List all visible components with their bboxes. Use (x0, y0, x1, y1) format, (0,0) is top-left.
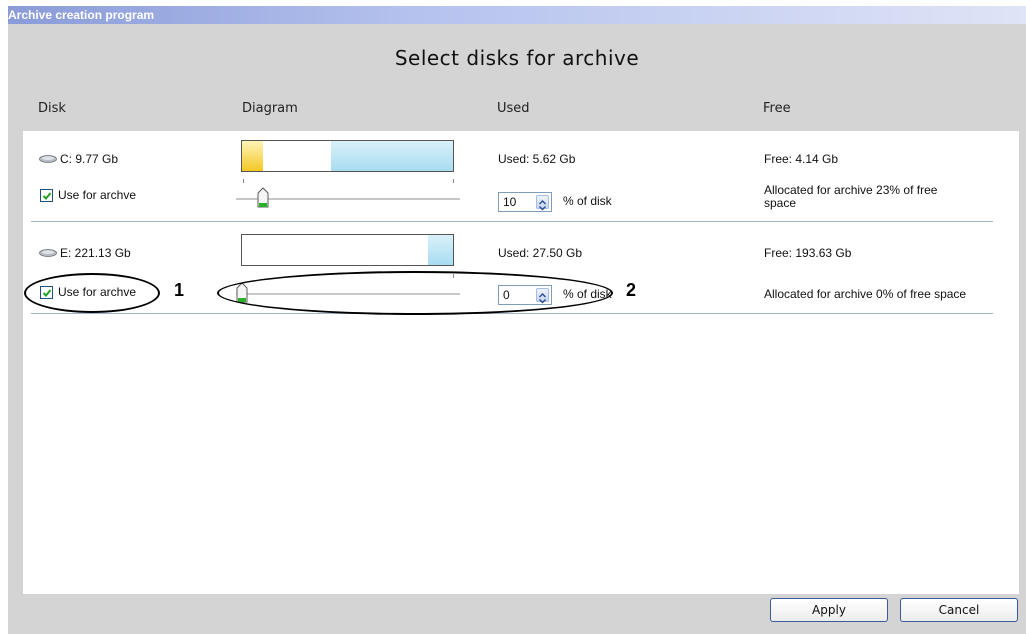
percent-value: 10 (503, 195, 517, 209)
row-separator (31, 313, 993, 314)
apply-button[interactable]: Apply (770, 598, 888, 622)
percent-of-disk-label: % of disk (563, 194, 612, 208)
use-for-archive-label: Use for archve (58, 188, 137, 202)
use-for-archive-checkbox[interactable] (40, 189, 53, 202)
spin-arrows-icon[interactable] (536, 195, 549, 211)
column-header-disk: Disk (38, 101, 66, 116)
archive-creation-window: Archive creation program Select disks fo… (8, 6, 1026, 634)
row-separator (31, 221, 993, 222)
used-space-text: Used: 5.62 Gb (498, 152, 576, 166)
disk-name: C: 9.77 Gb (60, 152, 119, 166)
free-space-text: Free: 4.14 Gb (764, 152, 839, 166)
slider-thumb-icon[interactable] (257, 187, 269, 209)
checkmark-icon (42, 192, 52, 200)
free-space-text: Free: 193.63 Gb (764, 246, 852, 260)
used-space-fill (427, 235, 453, 265)
window-title: Archive creation program (8, 6, 1026, 24)
callout-number-2: 2 (626, 280, 637, 300)
hard-drive-icon (39, 249, 57, 257)
annotation-ellipse-1 (24, 273, 160, 313)
cancel-button[interactable]: Cancel (900, 598, 1018, 622)
percent-spinbox[interactable]: 10 (498, 192, 552, 212)
used-space-text: Used: 27.50 Gb (498, 246, 583, 260)
callout-number-1: 1 (174, 280, 185, 300)
slider-tick (453, 179, 454, 183)
disk-name: E: 221.13 Gb (60, 246, 131, 260)
column-header-free: Free (763, 101, 791, 116)
allocated-text: Allocated for archive 0% of free space (764, 287, 967, 301)
disk-usage-bar (241, 234, 454, 266)
archive-space-fill (242, 141, 264, 171)
column-header-diagram: Diagram (242, 101, 298, 116)
archive-percent-slider[interactable] (236, 198, 460, 201)
column-header-used: Used (497, 101, 530, 116)
hard-drive-icon (39, 155, 57, 163)
disk-list-panel: C: 9.77 Gb Used: 5.62 Gb Free: 4.14 Gb U… (23, 131, 1019, 594)
slider-tick (243, 179, 244, 183)
page-title: Select disks for archive (394, 46, 640, 70)
disk-usage-bar (241, 140, 454, 172)
used-space-fill (330, 141, 453, 171)
allocated-text: Allocated for archive 23% of free space (764, 183, 938, 210)
annotation-ellipse-2 (217, 271, 613, 315)
